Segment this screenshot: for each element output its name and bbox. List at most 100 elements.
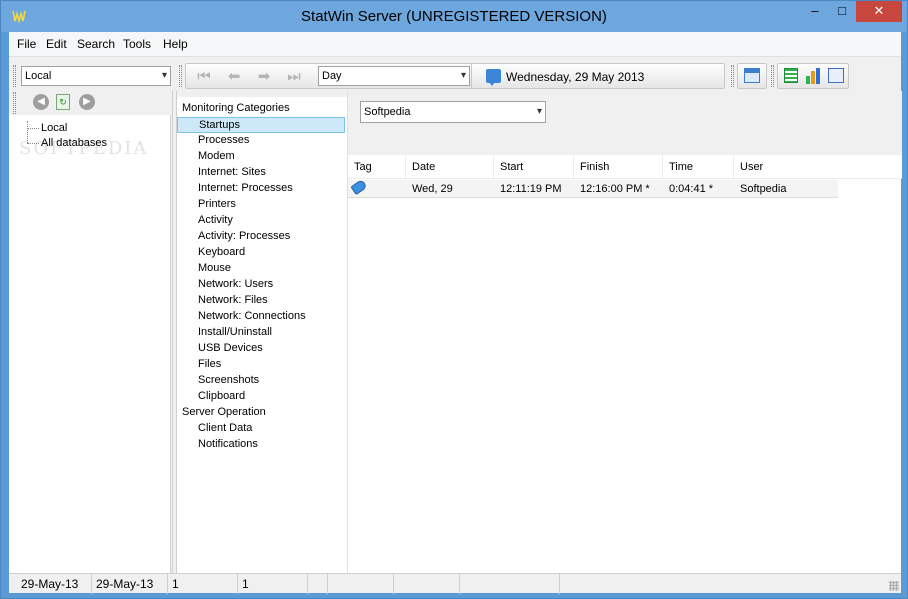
tag-icon bbox=[350, 178, 368, 196]
status-panel bbox=[308, 574, 328, 594]
navigation-group: ⏮ ⬅ ➡ ⏭ Day ▾ bbox=[185, 63, 475, 89]
cell-finish: 12:16:00 PM * bbox=[580, 183, 650, 195]
category-item[interactable]: Network: Connections bbox=[177, 309, 345, 325]
forward-icon[interactable]: ➡ bbox=[254, 68, 274, 86]
toolbar-grip[interactable] bbox=[771, 65, 774, 87]
chevron-down-icon: ▾ bbox=[460, 70, 466, 81]
status-panel bbox=[460, 574, 560, 594]
cell-date: Wed, 29 bbox=[412, 183, 453, 195]
date-selector[interactable]: Wednesday, 29 May 2013 bbox=[471, 63, 725, 89]
category-item[interactable]: Install/Uninstall bbox=[177, 325, 345, 341]
category-group[interactable]: Server Operation bbox=[177, 405, 345, 421]
view-mode-group bbox=[777, 63, 849, 89]
column-header-start[interactable]: Start bbox=[494, 155, 574, 179]
chevron-down-icon: ▾ bbox=[161, 70, 167, 81]
menu-help[interactable]: Help bbox=[163, 37, 188, 51]
category-item[interactable]: Mouse bbox=[177, 261, 345, 277]
last-icon[interactable]: ⏭ bbox=[284, 68, 304, 86]
calendar-button[interactable] bbox=[737, 63, 767, 89]
app-window: StatWin Server (UNREGISTERED VERSION) – … bbox=[0, 0, 908, 599]
category-group[interactable]: Monitoring Categories bbox=[177, 101, 345, 117]
maximize-button[interactable]: □ bbox=[829, 1, 855, 22]
database-tree-pane: ◀ ↻ ▶ SOFTPEDIA Local All databases bbox=[9, 91, 171, 573]
client-area: File Edit Search Tools Help Local ▾ ⏮ ⬅ … bbox=[9, 32, 902, 594]
column-header-user[interactable]: User bbox=[734, 155, 902, 179]
source-combo[interactable]: Local ▾ bbox=[21, 66, 171, 86]
tree-connector bbox=[27, 143, 39, 144]
calendar-icon bbox=[744, 68, 760, 83]
filter-area: Softpedia ▾ bbox=[348, 91, 902, 155]
tree-connector bbox=[27, 128, 39, 129]
menu-tools[interactable]: Tools bbox=[123, 37, 151, 51]
list-view-icon[interactable] bbox=[784, 68, 798, 83]
forward-circle-icon[interactable]: ▶ bbox=[79, 94, 95, 110]
toolbar-grip[interactable] bbox=[13, 65, 16, 87]
minimize-button[interactable]: – bbox=[801, 1, 829, 22]
status-records: 1 bbox=[238, 574, 308, 594]
category-item[interactable]: Internet: Processes bbox=[177, 181, 345, 197]
category-item[interactable]: Network: Files bbox=[177, 293, 345, 309]
menu-bar: File Edit Search Tools Help bbox=[9, 32, 901, 57]
bar-chart-icon[interactable] bbox=[806, 68, 822, 84]
toolbar-grip[interactable] bbox=[731, 65, 734, 87]
status-count: 1 bbox=[168, 574, 238, 594]
category-item[interactable]: Internet: Sites bbox=[177, 165, 345, 181]
results-pane: Softpedia ▾ Tag Date Start Finish Time U… bbox=[347, 91, 902, 573]
tree-item-local[interactable]: Local bbox=[41, 122, 67, 134]
status-start-date: 29-May-13 bbox=[17, 574, 92, 594]
toolbar-grip[interactable] bbox=[179, 65, 182, 87]
tree-connector bbox=[27, 121, 28, 143]
category-item[interactable]: Client Data bbox=[177, 421, 345, 437]
category-item[interactable]: USB Devices bbox=[177, 341, 345, 357]
category-item[interactable]: Keyboard bbox=[177, 245, 345, 261]
category-item[interactable]: Startups bbox=[177, 117, 345, 133]
cell-time: 0:04:41 * bbox=[669, 183, 714, 195]
refresh-icon[interactable]: ↻ bbox=[56, 94, 70, 110]
user-combo[interactable]: Softpedia ▾ bbox=[360, 101, 546, 123]
tree-toolbar: ◀ ↻ ▶ bbox=[9, 91, 171, 115]
category-item[interactable]: Network: Users bbox=[177, 277, 345, 293]
period-combo[interactable]: Day ▾ bbox=[318, 66, 470, 86]
menu-search[interactable]: Search bbox=[77, 37, 115, 51]
chevron-down-icon: ▾ bbox=[536, 106, 542, 117]
status-panel bbox=[394, 574, 460, 594]
cell-start: 12:11:19 PM bbox=[500, 183, 562, 195]
column-header-finish[interactable]: Finish bbox=[574, 155, 663, 179]
resize-grip-icon[interactable] bbox=[889, 581, 899, 591]
category-item[interactable]: Printers bbox=[177, 197, 345, 213]
category-item[interactable]: Notifications bbox=[177, 437, 345, 453]
tree-item-all-databases[interactable]: All databases bbox=[41, 137, 107, 149]
column-header-time[interactable]: Time bbox=[663, 155, 734, 179]
category-item[interactable]: Activity bbox=[177, 213, 345, 229]
category-list: Monitoring Categories Startups Processes… bbox=[177, 97, 347, 573]
cell-user: Softpedia bbox=[740, 183, 787, 195]
menu-edit[interactable]: Edit bbox=[46, 37, 67, 51]
column-header-date[interactable]: Date bbox=[406, 155, 494, 179]
status-panel bbox=[328, 574, 394, 594]
first-icon[interactable]: ⏮ bbox=[194, 68, 214, 86]
category-item[interactable]: Clipboard bbox=[177, 389, 345, 405]
back-circle-icon[interactable]: ◀ bbox=[33, 94, 49, 110]
menu-file[interactable]: File bbox=[17, 37, 36, 51]
back-icon[interactable]: ⬅ bbox=[224, 68, 244, 86]
source-combo-value: Local bbox=[25, 70, 52, 82]
close-button[interactable]: ✕ bbox=[856, 1, 902, 22]
category-item[interactable]: Activity: Processes bbox=[177, 229, 345, 245]
status-end-date: 29-May-13 bbox=[92, 574, 168, 594]
column-header-tag[interactable]: Tag bbox=[348, 155, 406, 179]
status-bar: 29-May-13 29-May-13 1 1 bbox=[9, 573, 901, 594]
calendar-speech-icon bbox=[486, 69, 501, 86]
category-item[interactable]: Files bbox=[177, 357, 345, 373]
toolbar: Local ▾ ⏮ ⬅ ➡ ⏭ Day ▾ Wednesday, 29 May … bbox=[9, 59, 901, 91]
category-item[interactable]: Processes bbox=[177, 133, 345, 149]
category-item[interactable]: Screenshots bbox=[177, 373, 345, 389]
table-row[interactable]: Wed, 29 12:11:19 PM 12:16:00 PM * 0:04:4… bbox=[348, 178, 838, 198]
toolbar-grip[interactable] bbox=[13, 92, 16, 114]
current-date: Wednesday, 29 May 2013 bbox=[506, 70, 645, 84]
period-combo-value: Day bbox=[322, 70, 342, 82]
category-item[interactable]: Modem bbox=[177, 149, 345, 165]
statistics-icon[interactable] bbox=[828, 68, 844, 83]
user-combo-value: Softpedia bbox=[364, 106, 411, 118]
grid-header: Tag Date Start Finish Time User bbox=[348, 155, 902, 179]
title-bar[interactable]: StatWin Server (UNREGISTERED VERSION) – … bbox=[1, 1, 907, 32]
